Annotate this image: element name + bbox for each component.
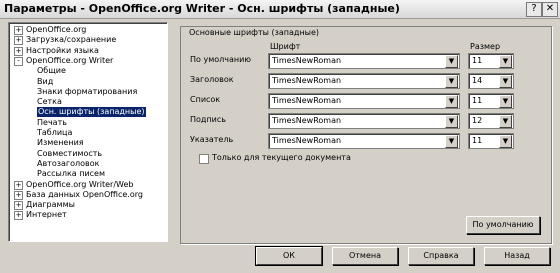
font-combobox[interactable]: TimesNewRoman ▼ — [268, 53, 460, 69]
tree-item[interactable]: Знаки форматирования — [37, 87, 137, 97]
font-row-label: Подпись — [190, 115, 226, 124]
size-column-header: Размер — [470, 42, 501, 51]
default-button[interactable]: По умолчанию — [466, 216, 540, 234]
expand-icon[interactable]: + — [14, 211, 23, 221]
font-value: TimesNewRoman — [272, 76, 342, 85]
size-combobox[interactable]: 12 ▼ — [468, 113, 514, 129]
size-value: 12 — [472, 116, 483, 125]
font-value: TimesNewRoman — [272, 56, 342, 65]
tree-item[interactable]: Загрузка/сохранение — [26, 35, 116, 45]
expand-icon[interactable]: + — [14, 180, 23, 190]
tree-item[interactable]: OpenOffice.org Writer/Web — [26, 180, 133, 190]
chevron-down-icon[interactable]: ▼ — [499, 115, 512, 128]
font-column-header: Шрифт — [270, 42, 301, 51]
tree-item[interactable]: OpenOffice.org Writer — [26, 56, 113, 66]
chevron-down-icon[interactable]: ▼ — [445, 135, 458, 148]
font-combobox[interactable]: TimesNewRoman ▼ — [268, 133, 460, 149]
size-combobox[interactable]: 11 ▼ — [468, 93, 514, 109]
tree-item[interactable]: Вид — [37, 77, 53, 87]
chevron-down-icon[interactable]: ▼ — [499, 135, 512, 148]
expand-icon[interactable]: + — [14, 190, 23, 200]
font-combobox[interactable]: TimesNewRoman ▼ — [268, 73, 460, 89]
size-value: 11 — [472, 136, 483, 145]
tree-item[interactable]: Диаграммы — [26, 200, 75, 210]
tree-item[interactable]: Совместимость — [37, 149, 102, 159]
title-bar: Параметры - OpenOffice.org Writer - Осн.… — [0, 0, 560, 19]
ok-button[interactable]: ОК — [255, 246, 323, 266]
chevron-down-icon[interactable]: ▼ — [445, 55, 458, 68]
font-value: TimesNewRoman — [272, 116, 342, 125]
help-button[interactable]: Справка — [408, 247, 474, 265]
size-combobox[interactable]: 14 ▼ — [468, 73, 514, 89]
font-row-label: По умолчанию — [190, 55, 252, 64]
chevron-down-icon[interactable]: ▼ — [445, 115, 458, 128]
tree-item[interactable]: Изменения — [37, 138, 84, 148]
font-combobox[interactable]: TimesNewRoman ▼ — [268, 113, 460, 129]
tree-item[interactable]: Таблица — [37, 128, 72, 138]
font-value: TimesNewRoman — [272, 136, 342, 145]
tree-item[interactable]: Сетка — [37, 97, 62, 107]
tree-item[interactable]: Рассылка писем — [37, 169, 105, 179]
tree-item[interactable]: Печать — [37, 118, 67, 128]
chevron-down-icon[interactable]: ▼ — [499, 55, 512, 68]
size-combobox[interactable]: 11 ▼ — [468, 133, 514, 149]
expand-icon[interactable]: + — [14, 201, 23, 211]
collapse-icon[interactable]: - — [14, 56, 23, 66]
tree-item[interactable]: База данных OpenOffice.org — [26, 190, 143, 200]
group-title: Основные шрифты (западные) — [188, 28, 321, 37]
options-tree[interactable]: + OpenOffice.org + Загрузка/сохранение + Наст… — [8, 22, 168, 242]
tree-item[interactable]: Автозаголовок — [37, 159, 99, 169]
size-value: 11 — [472, 56, 483, 65]
tree-item[interactable]: OpenOffice.org — [26, 25, 86, 35]
expand-icon[interactable]: + — [14, 46, 23, 56]
font-value: TimesNewRoman — [272, 96, 342, 105]
window-title: Параметры - OpenOffice.org Writer - Осн.… — [4, 2, 400, 15]
tree-item[interactable]: Настройки языка — [26, 46, 99, 56]
size-combobox[interactable]: 11 ▼ — [468, 53, 514, 69]
size-value: 11 — [472, 96, 483, 105]
chevron-down-icon[interactable]: ▼ — [499, 95, 512, 108]
close-window-button[interactable]: ✕ — [542, 2, 558, 17]
tree-item[interactable]: Общие — [37, 66, 66, 76]
size-value: 14 — [472, 76, 483, 85]
chevron-down-icon[interactable]: ▼ — [499, 75, 512, 88]
font-row-label: Указатель — [190, 135, 234, 144]
back-button[interactable]: Назад — [484, 247, 550, 265]
font-row-label: Заголовок — [190, 75, 234, 84]
chevron-down-icon[interactable]: ▼ — [445, 75, 458, 88]
expand-icon[interactable]: + — [14, 26, 23, 35]
font-combobox[interactable]: TimesNewRoman ▼ — [268, 93, 460, 109]
only-current-document-label: Только для текущего документа — [212, 153, 351, 162]
cancel-button[interactable]: Отмена — [332, 247, 398, 265]
expand-icon[interactable]: + — [14, 36, 23, 46]
tree-item[interactable]: Интернет — [26, 210, 67, 220]
font-row-label: Список — [190, 95, 221, 104]
only-current-document-checkbox[interactable] — [199, 154, 209, 164]
chevron-down-icon[interactable]: ▼ — [445, 95, 458, 108]
tree-item[interactable]: Осн. шрифты (западные) — [37, 107, 146, 118]
help-title-button[interactable]: ? — [526, 2, 542, 17]
